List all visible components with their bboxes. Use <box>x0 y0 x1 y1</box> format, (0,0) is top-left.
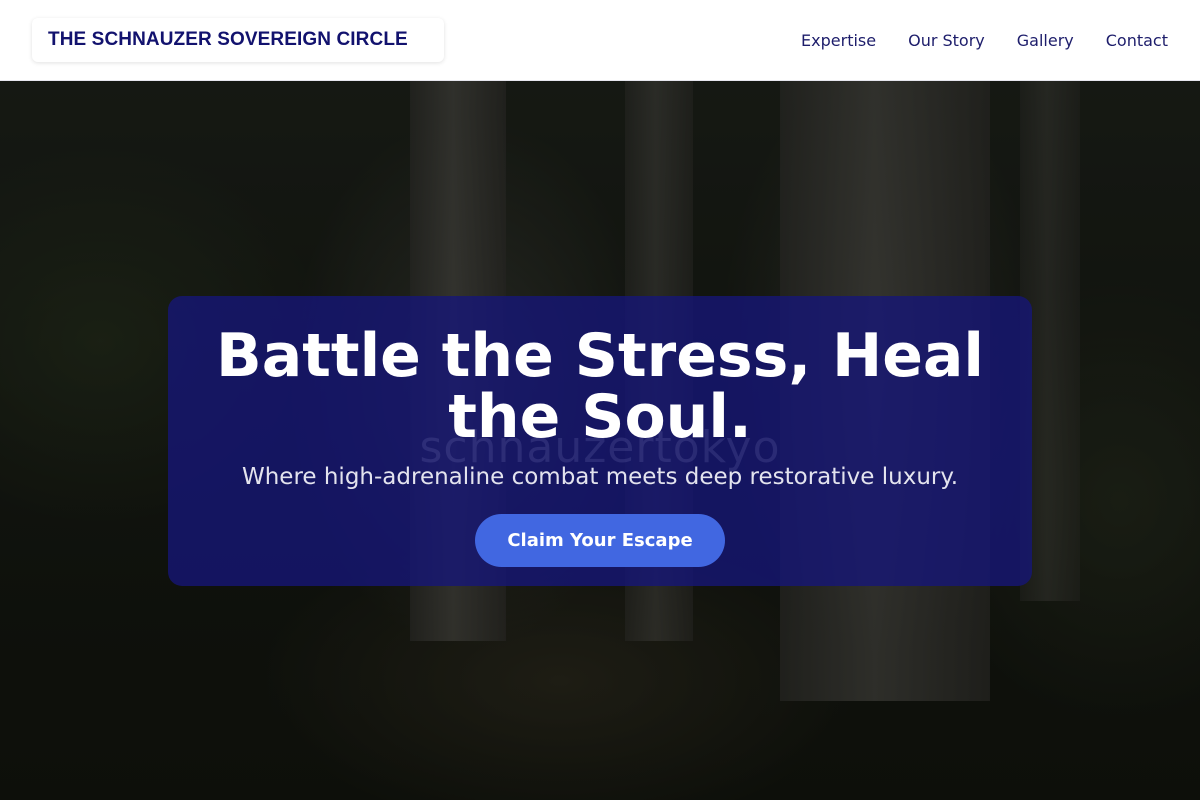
hero-section: schnauzertokyo Battle the Stress, Heal t… <box>0 81 1200 800</box>
nav-link-gallery[interactable]: Gallery <box>1017 31 1074 50</box>
site-header: THE SCHNAUZER SOVEREIGN CIRCLE Expertise… <box>0 0 1200 81</box>
nav-link-our-story[interactable]: Our Story <box>908 31 985 50</box>
nav-link-contact[interactable]: Contact <box>1106 31 1168 50</box>
main-nav: Expertise Our Story Gallery Contact <box>801 0 1168 80</box>
hero-headline: Battle the Stress, Heal the Soul. <box>216 321 984 452</box>
claim-escape-button[interactable]: Claim Your Escape <box>475 514 725 567</box>
hero-card: schnauzertokyo Battle the Stress, Heal t… <box>168 296 1032 586</box>
brand-logo[interactable]: THE SCHNAUZER SOVEREIGN CIRCLE <box>32 18 444 62</box>
nav-link-expertise[interactable]: Expertise <box>801 31 876 50</box>
hero-subheadline: Where high-adrenaline combat meets deep … <box>241 464 959 490</box>
